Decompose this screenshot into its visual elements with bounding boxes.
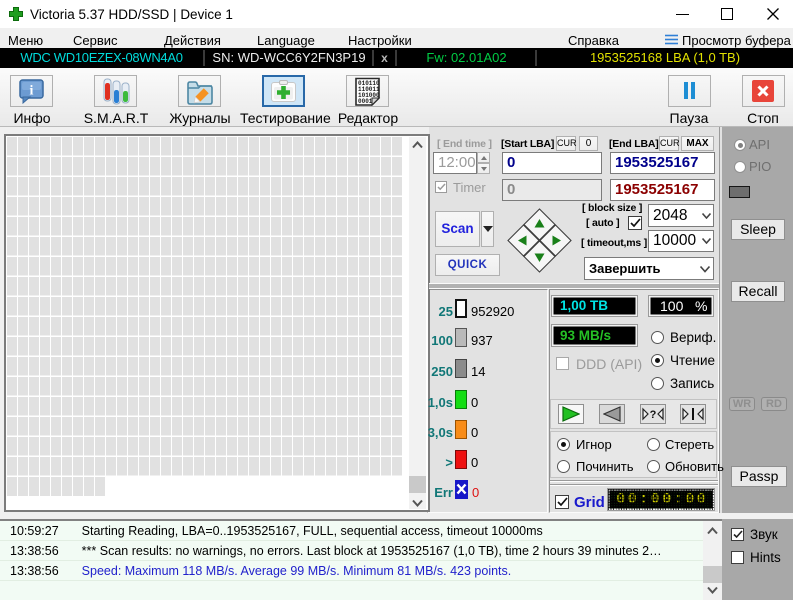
- svg-text:i: i: [30, 84, 34, 99]
- svg-text:0001: 0001: [358, 98, 373, 105]
- svg-text:?: ?: [650, 409, 657, 421]
